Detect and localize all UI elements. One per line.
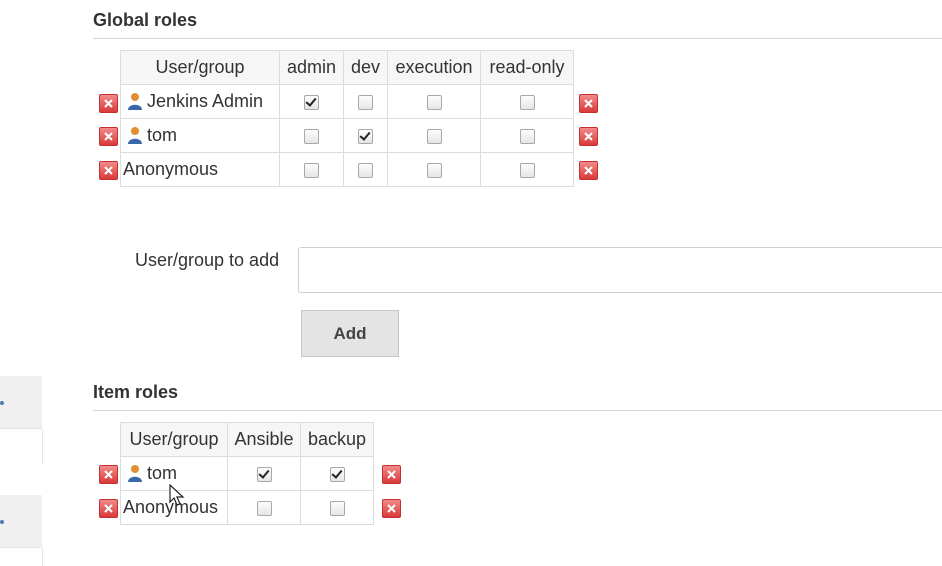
table-header-row: User/group Ansible backup xyxy=(120,422,374,457)
delete-row-icon[interactable] xyxy=(382,465,401,484)
table-row: Jenkins Admin xyxy=(120,84,574,119)
table-header-row: User/group admin dev execution read-only xyxy=(120,50,574,85)
delete-row-icon[interactable] xyxy=(382,499,401,518)
bullet-icon xyxy=(0,401,4,405)
column-header-read-only: read-only xyxy=(480,50,574,85)
user-name: tom xyxy=(147,125,178,145)
user-name: Anonymous xyxy=(123,159,219,179)
item-roles-table: User/group Ansible backup tom Anonymous xyxy=(120,422,374,525)
bullet-icon xyxy=(0,520,4,524)
delete-row-icon[interactable] xyxy=(99,127,118,146)
column-header-backup: backup xyxy=(300,422,374,457)
user-cell: Anonymous xyxy=(120,152,280,187)
user-icon xyxy=(128,93,142,110)
checkbox-tom-read-only[interactable] xyxy=(519,128,535,144)
checkbox-anonymous-admin[interactable] xyxy=(304,162,319,178)
checkbox-anonymous-backup[interactable] xyxy=(329,500,345,516)
checkbox-tom-execution[interactable] xyxy=(426,128,442,144)
item-roles-divider xyxy=(93,410,942,411)
add-button[interactable]: Add xyxy=(301,310,399,357)
table-row: tom xyxy=(120,456,374,491)
user-cell: tom xyxy=(120,118,280,153)
column-header-user-group: User/group xyxy=(120,50,280,85)
column-header-dev: dev xyxy=(343,50,388,85)
mouse-cursor-icon xyxy=(169,484,185,506)
table-row: Anonymous xyxy=(120,490,374,525)
sidebar-spacer xyxy=(0,548,43,566)
checkbox-tom-backup[interactable] xyxy=(329,466,345,482)
delete-row-icon[interactable] xyxy=(99,499,118,518)
item-roles-heading: Item roles xyxy=(93,382,179,402)
sidebar-spacer xyxy=(0,429,43,464)
user-icon xyxy=(128,127,142,144)
checkbox-jenkins-admin-execution[interactable] xyxy=(426,94,442,110)
checkbox-jenkins-admin-admin[interactable] xyxy=(304,94,319,110)
checkbox-tom-ansible[interactable] xyxy=(256,466,272,482)
checkbox-anonymous-dev[interactable] xyxy=(358,162,373,178)
delete-row-icon[interactable] xyxy=(99,161,118,180)
checkbox-tom-dev[interactable] xyxy=(358,128,373,144)
user-name: tom xyxy=(147,463,178,483)
checkbox-tom-admin[interactable] xyxy=(304,128,319,144)
table-row: tom xyxy=(120,118,574,153)
delete-row-icon[interactable] xyxy=(579,94,598,113)
column-header-admin: admin xyxy=(279,50,344,85)
table-row: Anonymous xyxy=(120,152,574,187)
delete-row-icon[interactable] xyxy=(99,465,118,484)
delete-row-icon[interactable] xyxy=(99,94,118,113)
user-name: Jenkins Admin xyxy=(147,91,264,111)
user-group-to-add-label: User/group to add xyxy=(135,250,280,270)
global-roles-heading: Global roles xyxy=(93,10,198,30)
delete-row-icon[interactable] xyxy=(579,127,598,146)
sidebar-tab-2[interactable] xyxy=(0,495,42,548)
checkbox-anonymous-execution[interactable] xyxy=(426,162,442,178)
checkbox-anonymous-ansible[interactable] xyxy=(256,500,272,516)
user-icon xyxy=(128,465,142,482)
checkbox-anonymous-read-only[interactable] xyxy=(519,162,535,178)
sidebar-tab-1[interactable] xyxy=(0,376,42,429)
checkbox-jenkins-admin-dev[interactable] xyxy=(358,94,373,110)
user-cell: Jenkins Admin xyxy=(120,84,280,119)
global-roles-table: User/group admin dev execution read-only… xyxy=(120,50,574,187)
delete-row-icon[interactable] xyxy=(579,161,598,180)
checkbox-jenkins-admin-read-only[interactable] xyxy=(519,94,535,110)
column-header-user-group: User/group xyxy=(120,422,228,457)
column-header-ansible: Ansible xyxy=(227,422,301,457)
column-header-execution: execution xyxy=(387,50,481,85)
user-group-input[interactable] xyxy=(298,247,942,293)
global-roles-divider xyxy=(93,38,942,39)
